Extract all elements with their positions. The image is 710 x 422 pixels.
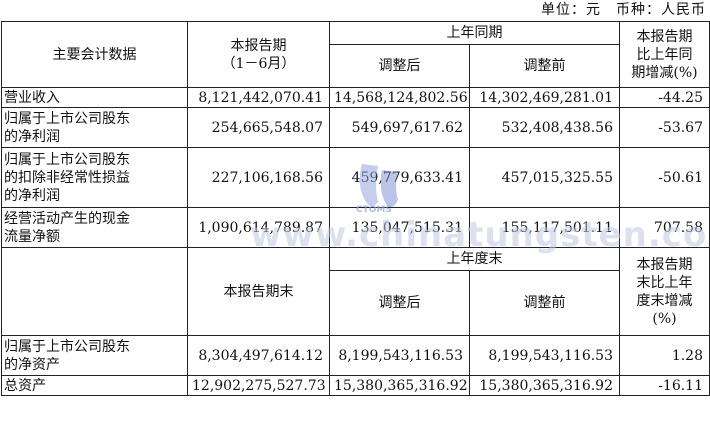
header-prior-period: 上年同期	[329, 21, 620, 45]
cell-current: 227,106,168.56	[187, 147, 330, 208]
row-label: 经营活动产生的现金 流量净额	[1, 207, 188, 248]
row-label: 归属于上市公司股东 的扣除非经常性损益 的净利润	[1, 147, 188, 208]
row-label: 归属于上市公司股东 的净资产	[1, 335, 188, 376]
table-row: 归属于上市公司股东 的净利润 254,665,548.07 549,697,61…	[1, 107, 710, 148]
cell-adjusted-before: 532,408,438.56	[469, 107, 620, 148]
cell-adjusted-after: 549,697,617.62	[329, 107, 470, 148]
unit-currency-note: 单位：元 币种：人民币	[541, 2, 706, 18]
header-change-pct: 本报告期 比上年同 期增减(%)	[619, 21, 710, 88]
cell-adjusted-before: 8,199,543,116.53	[469, 335, 620, 376]
cell-current: 8,304,497,614.12	[187, 335, 330, 376]
header-change-pct-2: 本报告期 末比上年 度末增减 (%)	[619, 247, 710, 336]
cell-adjusted-before: 15,380,365,316.92	[469, 375, 620, 396]
cell-adjusted-after: 15,380,365,316.92	[329, 375, 470, 396]
cell-change: -53.67	[619, 107, 710, 148]
cell-adjusted-after: 8,199,543,116.53	[329, 335, 470, 376]
cell-adjusted-before: 457,015,325.55	[469, 147, 620, 208]
header-prior-year-end: 上年度末	[329, 247, 620, 271]
cell-change: -50.61	[619, 147, 710, 208]
cell-adjusted-after: 135,047,515.31	[329, 207, 470, 248]
cell-adjusted-before: 155,117,501.11	[469, 207, 620, 248]
cell-change: 1.28	[619, 335, 710, 376]
header-current-period: 本报告期 （1－6月）	[187, 21, 330, 88]
cell-change: -44.25	[619, 87, 710, 108]
table-row: 归属于上市公司股东 的净资产 8,304,497,614.12 8,199,54…	[1, 335, 710, 376]
cell-current: 1,090,614,789.87	[187, 207, 330, 248]
cell-change: -16.11	[619, 375, 710, 396]
header-period-end: 本报告期末	[187, 247, 330, 336]
row-label: 归属于上市公司股东 的净利润	[1, 107, 188, 148]
row-label: 营业收入	[1, 87, 188, 108]
cell-adjusted-after: 459,779,633.41	[329, 147, 470, 208]
table-row: 经营活动产生的现金 流量净额 1,090,614,789.87 135,047,…	[1, 207, 710, 248]
header-adjusted-after: 调整后	[329, 44, 470, 88]
table-row: 总资产 12,902,275,527.73 15,380,365,316.92 …	[1, 375, 710, 396]
header-adjusted-before-2: 调整前	[469, 270, 620, 336]
header-adjusted-before: 调整前	[469, 44, 620, 88]
header-blank-cell	[1, 247, 188, 336]
table-row: 营业收入 8,121,442,070.41 14,568,124,802.56 …	[1, 87, 710, 108]
header-adjusted-after-2: 调整后	[329, 270, 470, 336]
financial-data-table: 主要会计数据 本报告期 （1－6月） 上年同期 本报告期 比上年同 期增减(%)…	[1, 21, 710, 396]
cell-adjusted-after: 14,568,124,802.56	[329, 87, 470, 108]
cell-adjusted-before: 14,302,469,281.01	[469, 87, 620, 108]
cell-current: 254,665,548.07	[187, 107, 330, 148]
cell-current: 12,902,275,527.73	[187, 375, 330, 396]
cell-current: 8,121,442,070.41	[187, 87, 330, 108]
row-label: 总资产	[1, 375, 188, 396]
header-main-data: 主要会计数据	[1, 21, 188, 88]
cell-change: 707.58	[619, 207, 710, 248]
table-row: 归属于上市公司股东 的扣除非经常性损益 的净利润 227,106,168.56 …	[1, 147, 710, 208]
